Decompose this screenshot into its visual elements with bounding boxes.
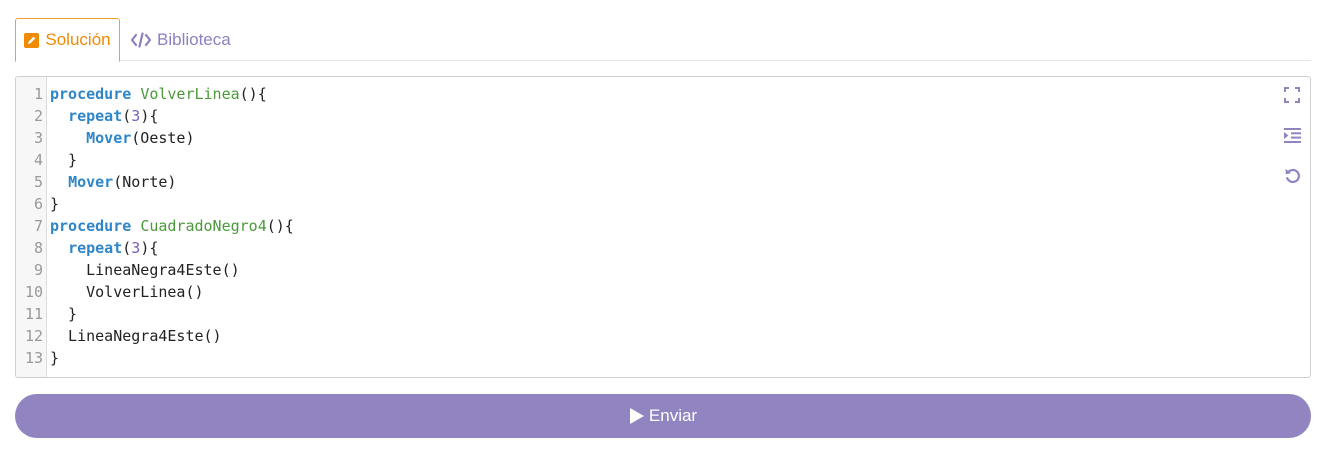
code-function-name: VolverLinea: [140, 85, 240, 103]
code-token: VolverLinea(): [50, 283, 204, 301]
app-root: Solución Biblioteca 1 procedure VolverLin…: [0, 0, 1333, 450]
line-number: 10: [24, 283, 43, 301]
line-number: 12: [24, 327, 43, 345]
line-number: 2: [33, 107, 43, 125]
code-line[interactable]: 7 procedure CuadradoNegro4(){: [16, 215, 1310, 237]
line-number: 4: [33, 151, 43, 169]
code-token: LineaNegra4Este(): [50, 327, 222, 345]
code-token: (Oeste): [131, 129, 195, 147]
code-token: LineaNegra4Este(): [50, 261, 240, 279]
line-number: 11: [24, 305, 43, 323]
code-text[interactable]: Mover(Norte): [50, 171, 176, 193]
code-token: (Norte): [113, 173, 177, 191]
pencil-square-icon: [24, 32, 40, 48]
code-token: }: [50, 195, 60, 213]
code-keyword: Mover: [68, 173, 114, 191]
code-text[interactable]: }: [50, 347, 59, 369]
code-token: ){: [140, 239, 159, 257]
code-token: (: [122, 107, 132, 125]
tab-biblioteca-label: Biblioteca: [157, 29, 231, 49]
code-token: ){: [140, 107, 159, 125]
submit-button[interactable]: Enviar: [15, 394, 1311, 438]
code-keyword: Mover: [86, 129, 132, 147]
code-token: (){: [239, 85, 267, 103]
code-token: (){: [266, 217, 294, 235]
code-lines[interactable]: 1 procedure VolverLinea(){2 repeat(3){3 M…: [16, 83, 1310, 369]
code-line[interactable]: 4 }: [16, 149, 1310, 171]
code-number: 3: [131, 239, 141, 257]
undo-icon[interactable]: [1282, 165, 1302, 185]
submit-label: Enviar: [648, 406, 698, 425]
code-line[interactable]: 6}: [16, 193, 1310, 215]
code-text[interactable]: repeat(3){: [50, 105, 158, 127]
fullscreen-icon[interactable]: [1282, 85, 1302, 105]
code-line[interactable]: 3 Mover(Oeste): [16, 127, 1310, 149]
line-number: 1: [33, 85, 43, 103]
line-number: 7: [33, 217, 43, 235]
line-number: 3: [33, 129, 43, 147]
tab-solucion-label: Solución: [45, 30, 111, 49]
code-line[interactable]: 8 repeat(3){: [16, 237, 1310, 259]
code-text[interactable]: LineaNegra4Este(): [50, 259, 240, 281]
code-icon: [131, 31, 151, 48]
line-number: 13: [24, 349, 43, 367]
line-number: 5: [33, 173, 43, 191]
line-number: 6: [33, 195, 43, 213]
code-editor[interactable]: 1 procedure VolverLinea(){2 repeat(3){3 M…: [15, 76, 1311, 378]
code-line[interactable]: 12 LineaNegra4Este(): [16, 325, 1310, 347]
code-function-name: CuadradoNegro4: [140, 217, 267, 235]
code-text[interactable]: }: [50, 303, 77, 325]
code-text[interactable]: VolverLinea(): [50, 281, 204, 303]
code-line[interactable]: 10 VolverLinea(): [16, 281, 1310, 303]
tab-bar: Solución Biblioteca: [15, 18, 1311, 62]
code-text[interactable]: LineaNegra4Este(): [50, 325, 222, 347]
code-keyword: procedure: [50, 217, 132, 235]
code-text[interactable]: repeat(3){: [50, 237, 158, 259]
code-text[interactable]: procedure VolverLinea(){: [50, 83, 267, 105]
code-token: }: [50, 151, 78, 169]
code-token: }: [50, 305, 78, 323]
code-text[interactable]: }: [50, 149, 77, 171]
code-keyword: repeat: [68, 107, 123, 125]
code-line[interactable]: 5 Mover(Norte): [16, 171, 1310, 193]
code-keyword: procedure: [50, 85, 132, 103]
code-line[interactable]: 1 procedure VolverLinea(){: [16, 83, 1310, 105]
indent-icon[interactable]: [1282, 125, 1302, 145]
code-line[interactable]: 2 repeat(3){: [16, 105, 1310, 127]
code-text[interactable]: }: [50, 193, 59, 215]
line-number: 8: [33, 239, 43, 257]
code-keyword: repeat: [68, 239, 123, 257]
code-number: 3: [131, 107, 141, 125]
tab-solucion[interactable]: Solución: [15, 18, 120, 62]
code-token: }: [50, 349, 60, 367]
code-token: (: [122, 239, 132, 257]
code-line[interactable]: 9 LineaNegra4Este(): [16, 259, 1310, 281]
code-line[interactable]: 11 }: [16, 303, 1310, 325]
line-number: 9: [33, 261, 43, 279]
code-text[interactable]: Mover(Oeste): [50, 127, 195, 149]
tab-biblioteca[interactable]: Biblioteca: [131, 18, 241, 61]
editor-toolbar: [1282, 85, 1302, 205]
code-line[interactable]: 13}: [16, 347, 1310, 369]
code-text[interactable]: procedure CuadradoNegro4(){: [50, 215, 294, 237]
play-icon: [629, 407, 645, 425]
